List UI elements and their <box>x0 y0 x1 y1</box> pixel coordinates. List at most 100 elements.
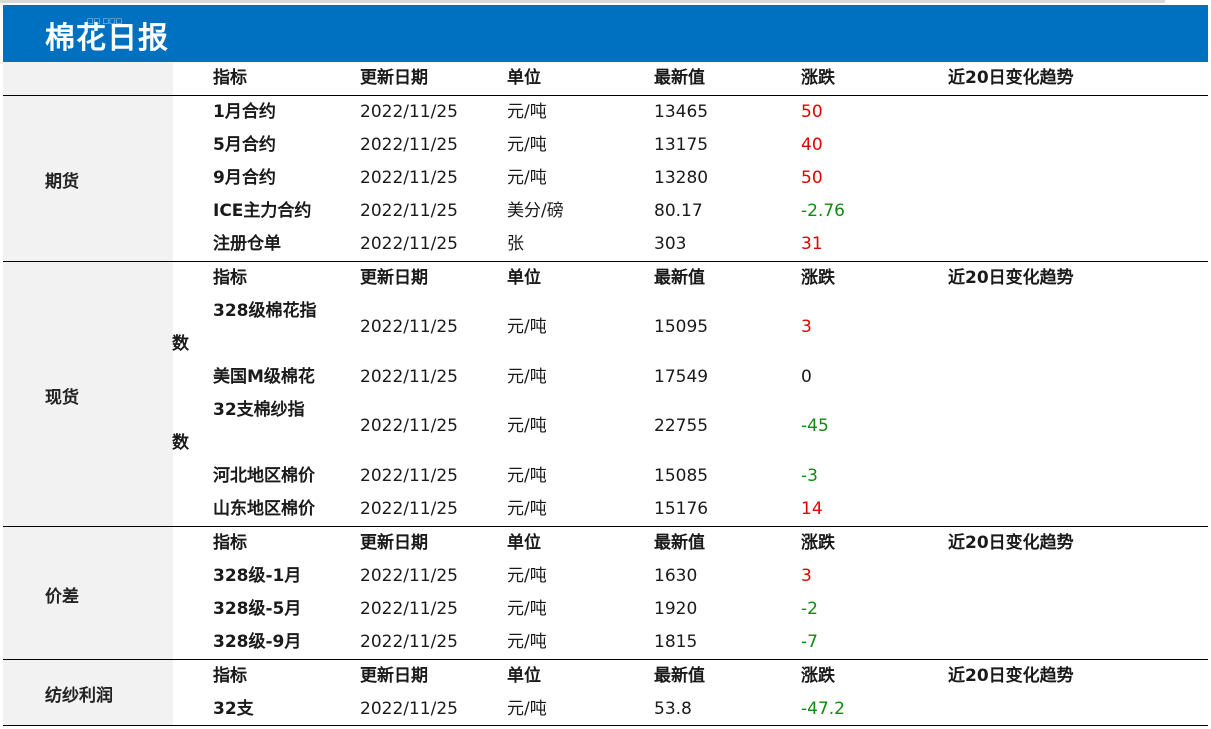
row-date: 2022/11/25 <box>360 135 458 155</box>
row-value: 15095 <box>654 317 709 337</box>
row-change: -2.76 <box>801 201 845 221</box>
header-value: 最新值 <box>654 666 705 686</box>
banner-faint-text: □□ □□□ <box>87 17 123 25</box>
column-header-row: 指标 更新日期 单位 最新值 涨跌 近20日变化趋势 <box>3 62 1208 95</box>
header-change: 涨跌 <box>801 666 835 686</box>
row-change: -2 <box>801 599 818 619</box>
table-row: 328级-1月 2022/11/25 元/吨 1630 3 <box>3 560 1208 593</box>
header-trend: 近20日变化趋势 <box>948 268 1074 288</box>
table-row: 9月合约 2022/11/25 元/吨 13280 50 <box>3 162 1208 195</box>
row-unit: 元/吨 <box>507 168 547 188</box>
row-change: 40 <box>801 135 823 155</box>
row-change: 50 <box>801 102 823 122</box>
table-row: 山东地区棉价 2022/11/25 元/吨 15176 14 <box>3 493 1208 526</box>
header-name: 指标 <box>213 533 247 553</box>
header-change: 涨跌 <box>801 533 835 553</box>
row-date: 2022/11/25 <box>360 168 458 188</box>
table-row: 328级-9月 2022/11/25 元/吨 1815 -7 <box>3 626 1208 659</box>
row-name: 1月合约 <box>213 102 276 122</box>
row-change: -47.2 <box>801 699 845 719</box>
row-unit: 元/吨 <box>507 566 547 586</box>
table-row: 美国M级棉花 2022/11/25 元/吨 17549 0 <box>3 361 1208 394</box>
row-value: 80.17 <box>654 201 703 221</box>
row-change: 14 <box>801 499 823 519</box>
header-name: 指标 <box>213 68 247 88</box>
header-unit: 单位 <box>507 68 541 88</box>
header-unit: 单位 <box>507 533 541 553</box>
row-name: 328级-9月 <box>213 632 302 652</box>
sidebar-cell <box>3 62 173 95</box>
section-futures: 期货 1月合约 2022/11/25 元/吨 13465 50 5月合约 202… <box>3 95 1208 261</box>
header-date: 更新日期 <box>360 68 428 88</box>
header-name: 指标 <box>213 666 247 686</box>
row-change: -3 <box>801 466 818 486</box>
section-spread: 价差 指标 更新日期 单位 最新值 涨跌 近20日变化趋势 328级-1月 20… <box>3 526 1208 659</box>
row-change: 3 <box>801 566 812 586</box>
report-banner: 棉花日报 □□ □□□ <box>3 5 1208 62</box>
header-date: 更新日期 <box>360 268 428 288</box>
header-trend: 近20日变化趋势 <box>948 666 1074 686</box>
table-row: 32支棉纱指 数 2022/11/25 元/吨 22755 -45 <box>3 394 1208 460</box>
row-name: 注册仓单 <box>213 234 281 254</box>
row-name: 328级-1月 <box>213 566 302 586</box>
row-date: 2022/11/25 <box>360 632 458 652</box>
header-change: 涨跌 <box>801 268 835 288</box>
row-unit: 元/吨 <box>507 367 547 387</box>
table-row: 32支 2022/11/25 元/吨 53.8 -47.2 <box>3 693 1208 726</box>
row-change: -7 <box>801 632 818 652</box>
row-date: 2022/11/25 <box>360 566 458 586</box>
row-unit: 元/吨 <box>507 102 547 122</box>
row-name: 河北地区棉价 <box>213 466 315 486</box>
row-date: 2022/11/25 <box>360 234 458 254</box>
table-row: 1月合约 2022/11/25 元/吨 13465 50 <box>3 96 1208 129</box>
row-date: 2022/11/25 <box>360 102 458 122</box>
row-unit: 元/吨 <box>507 632 547 652</box>
header-unit: 单位 <box>507 666 541 686</box>
row-change: 50 <box>801 168 823 188</box>
row-name: 5月合约 <box>213 135 276 155</box>
row-name-wrap: 数 <box>172 433 189 453</box>
row-name: 美国M级棉花 <box>213 367 315 387</box>
row-unit: 元/吨 <box>507 699 547 719</box>
header-date: 更新日期 <box>360 533 428 553</box>
row-unit: 元/吨 <box>507 499 547 519</box>
table-row: ICE主力合约 2022/11/25 美分/磅 80.17 -2.76 <box>3 195 1208 228</box>
row-name: ICE主力合约 <box>213 201 312 221</box>
header-unit: 单位 <box>507 268 541 288</box>
row-value: 1630 <box>654 566 698 586</box>
row-name: 328级-5月 <box>213 599 302 619</box>
row-name-wrap: 数 <box>172 334 189 354</box>
row-value: 13465 <box>654 102 709 122</box>
header-value: 最新值 <box>654 268 705 288</box>
row-unit: 元/吨 <box>507 317 547 337</box>
row-change: -45 <box>801 416 829 436</box>
row-name: 328级棉花指 <box>213 301 317 321</box>
top-rule <box>0 0 1165 3</box>
row-value: 15085 <box>654 466 709 486</box>
header-date: 更新日期 <box>360 666 428 686</box>
row-value: 15176 <box>654 499 709 519</box>
row-value: 22755 <box>654 416 709 436</box>
header-value: 最新值 <box>654 68 705 88</box>
header-change: 涨跌 <box>801 68 835 88</box>
row-unit: 张 <box>507 234 524 254</box>
row-unit: 元/吨 <box>507 466 547 486</box>
row-value: 13175 <box>654 135 709 155</box>
row-value: 53.8 <box>654 699 692 719</box>
row-unit: 美分/磅 <box>507 201 564 221</box>
row-change: 3 <box>801 317 812 337</box>
table-row: 注册仓单 2022/11/25 张 303 31 <box>3 228 1208 261</box>
column-header-row: 指标 更新日期 单位 最新值 涨跌 近20日变化趋势 <box>3 660 1208 693</box>
header-value: 最新值 <box>654 533 705 553</box>
row-date: 2022/11/25 <box>360 599 458 619</box>
row-date: 2022/11/25 <box>360 416 458 436</box>
column-header-row: 指标 更新日期 单位 最新值 涨跌 近20日变化趋势 <box>3 527 1208 560</box>
header-trend: 近20日变化趋势 <box>948 533 1074 553</box>
table-row: 5月合约 2022/11/25 元/吨 13175 40 <box>3 129 1208 162</box>
row-value: 303 <box>654 234 687 254</box>
row-date: 2022/11/25 <box>360 699 458 719</box>
row-date: 2022/11/25 <box>360 466 458 486</box>
row-name: 32支棉纱指 <box>213 400 305 420</box>
row-date: 2022/11/25 <box>360 499 458 519</box>
row-date: 2022/11/25 <box>360 201 458 221</box>
